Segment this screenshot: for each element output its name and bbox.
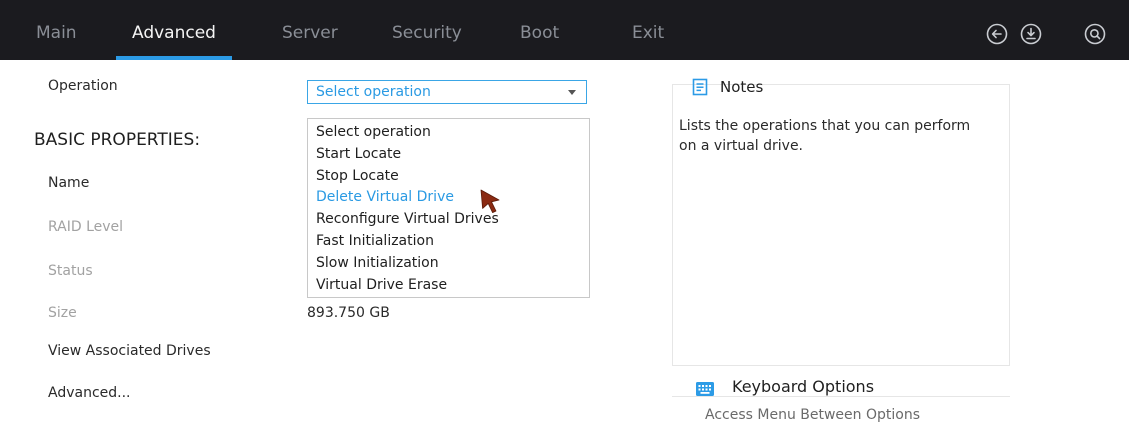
basic-properties-heading: BASIC PROPERTIES:: [34, 130, 201, 150]
notes-text: Lists the operations that you can perfor…: [679, 118, 971, 154]
tab-exit[interactable]: Exit: [632, 0, 664, 60]
save-circle-icon[interactable]: [1020, 23, 1042, 45]
operation-label: Operation: [48, 78, 118, 94]
top-navigation-bar: Main Advanced Server Security Boot Exit: [0, 0, 1129, 60]
option-start-locate[interactable]: Start Locate: [308, 144, 589, 166]
tab-main[interactable]: Main: [36, 0, 77, 60]
tab-security[interactable]: Security: [392, 0, 462, 60]
option-reconfigure-virtual-drives[interactable]: Reconfigure Virtual Drives: [308, 209, 589, 231]
option-delete-virtual-drive[interactable]: Delete Virtual Drive: [308, 187, 589, 209]
advanced-link[interactable]: Advanced...: [48, 385, 131, 401]
option-virtual-drive-erase[interactable]: Virtual Drive Erase: [308, 275, 589, 297]
tab-boot[interactable]: Boot: [520, 0, 559, 60]
option-stop-locate[interactable]: Stop Locate: [308, 166, 589, 188]
notes-icon: [692, 78, 708, 96]
tab-server[interactable]: Server: [282, 0, 338, 60]
size-label: Size: [48, 305, 77, 321]
back-circle-icon[interactable]: [986, 23, 1008, 45]
chevron-down-icon: [568, 90, 576, 95]
operation-select-value: Select operation: [316, 84, 431, 100]
mouse-pointer-icon: [477, 187, 503, 215]
tab-advanced[interactable]: Advanced: [116, 0, 232, 60]
size-value: 893.750 GB: [307, 305, 390, 321]
status-label: Status: [48, 263, 93, 279]
operation-select[interactable]: Select operation: [307, 80, 587, 104]
notes-title: Notes: [720, 78, 764, 96]
view-associated-drives-link[interactable]: View Associated Drives: [48, 343, 211, 359]
operation-dropdown-menu: Select operation Start Locate Stop Locat…: [307, 118, 590, 298]
option-slow-initialization[interactable]: Slow Initialization: [308, 253, 589, 275]
keyboard-options-title: Keyboard Options: [732, 377, 875, 396]
raid-level-label: RAID Level: [48, 219, 124, 235]
search-circle-icon[interactable]: [1084, 23, 1106, 45]
option-fast-initialization[interactable]: Fast Initialization: [308, 231, 589, 253]
keyboard-options-subtext: Access Menu Between Options: [705, 407, 920, 423]
name-label: Name: [48, 175, 90, 191]
keyboard-icon: [695, 380, 715, 398]
option-select-operation[interactable]: Select operation: [308, 122, 589, 144]
